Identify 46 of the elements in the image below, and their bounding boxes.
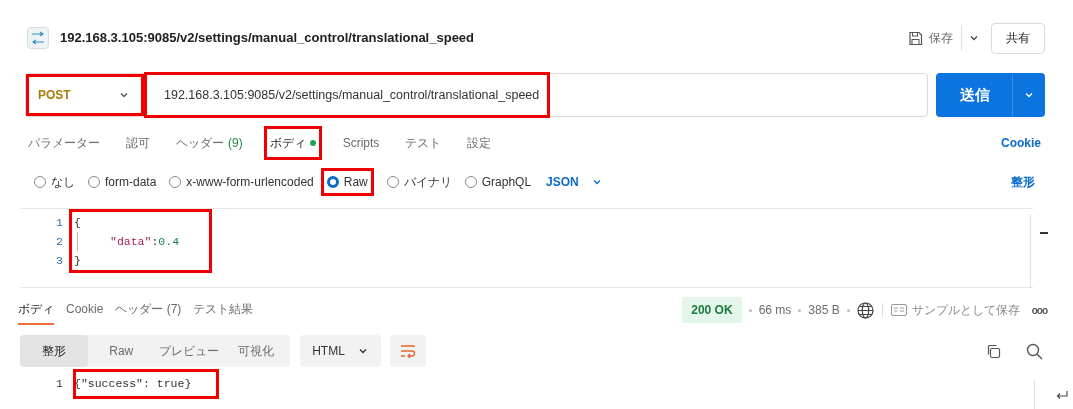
status-badge: 200 OK xyxy=(682,297,742,323)
body-type-radio[interactable]: Raw xyxy=(320,168,374,196)
response-format-dropdown[interactable]: HTML xyxy=(300,335,381,367)
request-tab[interactable]: 設定 xyxy=(466,130,493,156)
method-dropdown[interactable]: POST xyxy=(25,73,144,117)
share-button[interactable]: 共有 xyxy=(991,22,1045,54)
request-title: 192.168.3.105:9085/v2/settings/manual_control/translational_speed xyxy=(60,29,475,48)
beautify-link[interactable]: 整形 xyxy=(1011,173,1035,191)
more-button[interactable]: ooo xyxy=(1031,302,1047,318)
body-type-radio[interactable]: x-www-form-urlencoded xyxy=(169,168,314,196)
code-line: } xyxy=(74,253,81,269)
body-type-radio[interactable]: form-data xyxy=(88,168,157,196)
body-type-radio[interactable]: GraphQL xyxy=(464,168,532,196)
request-tab[interactable]: テスト xyxy=(404,130,443,156)
line-number: 1 xyxy=(56,376,63,392)
response-tab[interactable]: ヘッダー (7) xyxy=(115,295,182,325)
view-mode-tab[interactable]: 可視化 xyxy=(222,335,290,367)
line-number: 1 xyxy=(56,215,63,231)
request-tab[interactable]: ヘッダー (9) xyxy=(175,130,244,156)
line-number: 2 xyxy=(56,234,63,250)
code-line: "data":0.4 xyxy=(110,234,180,250)
response-tab[interactable]: ボディ xyxy=(18,295,54,325)
response-tab[interactable]: テスト結果 xyxy=(193,295,254,325)
response-time: 66 ms xyxy=(758,302,792,319)
save-example-button[interactable]: サンプルとして保存 xyxy=(890,301,1020,319)
request-tab[interactable]: Scripts xyxy=(341,130,381,156)
format-dropdown[interactable]: JSON xyxy=(546,173,603,191)
code-editor[interactable]: 1 2 3 { "data":0.4 } xyxy=(20,208,1033,288)
response-tab[interactable]: Cookie xyxy=(66,295,104,325)
save-button[interactable]: 保存 xyxy=(908,29,961,47)
send-button[interactable]: 送信 xyxy=(936,73,1045,117)
code-line: { xyxy=(74,215,81,231)
request-tab[interactable]: 認可 xyxy=(125,130,151,156)
view-mode-tab[interactable]: Raw xyxy=(87,335,155,367)
request-tab[interactable]: ボディ xyxy=(267,130,318,156)
url-text: 192.168.3.105:9085/v2/settings/manual_control/translational_speed xyxy=(144,72,551,118)
url-field[interactable]: 192.168.3.105:9085/v2/settings/manual_control/translational_speed xyxy=(144,73,928,117)
code-line: {"success": true} xyxy=(74,376,192,392)
request-tab[interactable]: パラメーター xyxy=(27,130,101,156)
cookie-link[interactable]: Cookie xyxy=(1001,134,1041,152)
body-type-radio[interactable]: なし xyxy=(34,168,75,196)
line-number: 3 xyxy=(56,253,63,269)
view-mode-tab[interactable]: 整形 xyxy=(20,335,88,367)
body-type-radio[interactable]: バイナリ xyxy=(386,168,452,196)
view-mode-tab[interactable]: プレビュー xyxy=(155,335,223,367)
response-size: 385 B xyxy=(808,302,840,319)
